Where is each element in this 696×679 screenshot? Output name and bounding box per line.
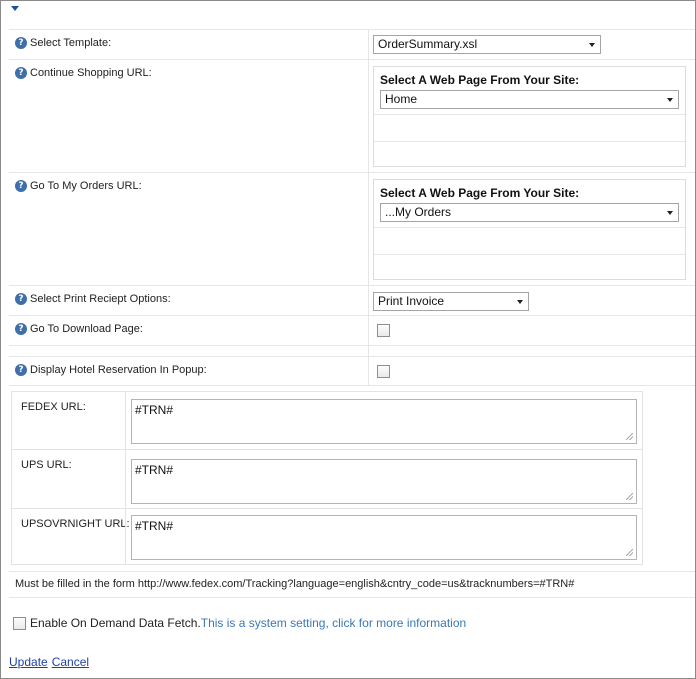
picker-title: Select A Web Page From Your Site: (380, 186, 580, 200)
my-orders-label: Go To My Orders URL: (30, 180, 142, 192)
tracking-url-hint: Must be filled in the form http://www.fe… (15, 578, 575, 590)
update-link[interactable]: Update (9, 655, 48, 669)
continue-shopping-label: Continue Shopping URL: (30, 67, 152, 79)
help-icon[interactable]: ? (15, 37, 27, 49)
form-actions: Update Cancel (9, 655, 93, 669)
chevron-down-icon (667, 211, 673, 215)
chevron-down-icon (667, 98, 673, 102)
continue-shopping-select[interactable]: Home (380, 90, 679, 109)
chevron-down-icon (589, 43, 595, 47)
template-select[interactable]: OrderSummary.xsl (373, 35, 601, 54)
fedex-url-row: FEDEX URL: #TRN# (12, 392, 642, 450)
print-receipt-label: Select Print Reciept Options: (30, 293, 171, 305)
ups-url-label: UPS URL: (21, 459, 72, 471)
tracking-urls-box: FEDEX URL: #TRN# UPS URL: #TRN# UPSOVRNI… (11, 391, 643, 565)
row-select-template: ? Select Template: OrderSummary.xsl (9, 29, 695, 59)
on-demand-label: Enable On Demand Data Fetch. (30, 616, 201, 630)
help-icon[interactable]: ? (15, 323, 27, 335)
chevron-down-icon (517, 300, 523, 304)
row-my-orders: ? Go To My Orders URL: Select A Web Page… (9, 172, 695, 285)
help-icon[interactable]: ? (15, 293, 27, 305)
resize-grip-icon[interactable] (626, 549, 633, 556)
picker-title: Select A Web Page From Your Site: (380, 73, 580, 87)
collapse-triangle-icon[interactable] (11, 6, 19, 11)
help-icon[interactable]: ? (15, 180, 27, 192)
continue-shopping-page-picker: Select A Web Page From Your Site: Home (373, 66, 686, 167)
resize-grip-icon[interactable] (626, 493, 633, 500)
my-orders-page-picker: Select A Web Page From Your Site: ...My … (373, 179, 686, 280)
cancel-link[interactable]: Cancel (52, 655, 89, 669)
hotel-popup-label: Display Hotel Reservation In Popup: (30, 364, 207, 376)
help-icon[interactable]: ? (15, 67, 27, 79)
download-page-checkbox[interactable] (377, 324, 390, 337)
download-page-label: Go To Download Page: (30, 323, 143, 335)
resize-grip-icon[interactable] (626, 433, 633, 440)
help-icon[interactable]: ? (15, 364, 27, 376)
row-spacer (9, 345, 695, 356)
settings-panel: ? Select Template: OrderSummary.xsl ? Co… (0, 0, 696, 679)
print-receipt-select[interactable]: Print Invoice (373, 292, 529, 311)
ups-url-row: UPS URL: #TRN# (12, 450, 642, 509)
row-download-page: ? Go To Download Page: (9, 315, 695, 345)
on-demand-setting: Enable On Demand Data Fetch. This is a sy… (13, 616, 466, 630)
row-continue-shopping: ? Continue Shopping URL: Select A Web Pa… (9, 59, 695, 172)
hotel-popup-checkbox[interactable] (377, 365, 390, 378)
upsovrnight-url-row: UPSOVRNIGHT URL: #TRN# (12, 509, 642, 565)
system-setting-info-link[interactable]: This is a system setting, click for more… (201, 616, 466, 630)
upsovrnight-url-textarea[interactable]: #TRN# (131, 515, 637, 560)
on-demand-checkbox[interactable] (13, 616, 26, 630)
fedex-url-label: FEDEX URL: (21, 401, 86, 413)
my-orders-select[interactable]: ...My Orders (380, 203, 679, 222)
ups-url-textarea[interactable]: #TRN# (131, 459, 637, 504)
row-hotel-popup: ? Display Hotel Reservation In Popup: (9, 356, 695, 386)
select-template-label: Select Template: (30, 37, 112, 49)
fedex-url-textarea[interactable]: #TRN# (131, 399, 637, 444)
row-print-receipt: ? Select Print Reciept Options: Print In… (9, 285, 695, 315)
upsovrnight-url-label: UPSOVRNIGHT URL: (21, 518, 130, 530)
